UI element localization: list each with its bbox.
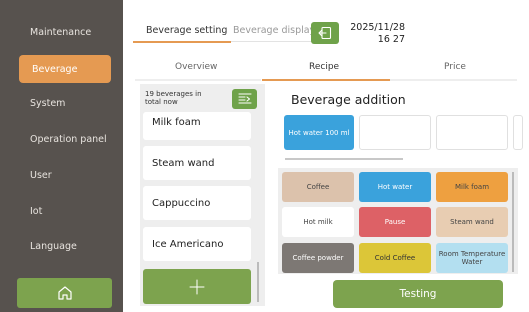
addition-slot[interactable] <box>513 115 523 150</box>
beverage-name: Milk foam <box>152 117 201 128</box>
addition-scrollbar[interactable] <box>285 158 403 160</box>
ingredient-label: Coffee powder <box>292 254 344 262</box>
sidebar-item-label: Maintenance <box>30 26 92 38</box>
ingredient-steam-wand[interactable]: Steam wand <box>436 207 508 237</box>
sidebar-item-label: Iot <box>30 205 43 217</box>
list-item[interactable]: Milk foam <box>143 112 251 140</box>
sidebar-item-label: System <box>30 97 66 109</box>
date-text: 2025/11/28 <box>350 22 405 33</box>
subtab-price[interactable]: Price <box>444 62 466 72</box>
ingredient-hot-water[interactable]: Hot water <box>359 172 431 202</box>
ingredient-label: Coffee <box>306 183 330 191</box>
sort-icon <box>237 93 252 104</box>
sidebar: Maintenance Beverage System Operation pa… <box>0 0 123 312</box>
home-icon <box>57 286 72 300</box>
beverage-name: Ice Americano <box>152 238 224 250</box>
testing-button[interactable]: Testing <box>333 280 503 308</box>
tab-active-indicator <box>133 41 231 43</box>
sidebar-item-maintenance[interactable]: Maintenance <box>17 18 112 46</box>
ingredient-label: Hot water <box>377 183 413 191</box>
list-item[interactable]: Steam wand <box>143 146 251 180</box>
testing-label: Testing <box>399 288 437 300</box>
sidebar-item-label: Beverage <box>32 63 78 75</box>
time-text: 16 27 <box>377 34 405 45</box>
ingredient-label: Cold Coffee <box>374 254 416 262</box>
ingredient-hot-milk[interactable]: Hot milk <box>282 207 354 237</box>
sort-button[interactable] <box>232 89 257 109</box>
list-item[interactable]: Ice Americano <box>143 227 251 261</box>
ingredient-scrollbar[interactable] <box>512 172 514 272</box>
list-item[interactable]: Cappuccino <box>143 186 251 220</box>
addition-slot[interactable]: Hot water 100 ml <box>284 115 354 150</box>
beverage-name: Cappuccino <box>152 197 211 209</box>
ingredient-coffee-powder[interactable]: Coffee powder <box>282 243 354 273</box>
ingredient-milk-foam[interactable]: Milk foam <box>436 172 508 202</box>
sidebar-item-label: Language <box>30 240 77 252</box>
sidebar-item-language[interactable]: Language <box>17 232 112 260</box>
beverage-count: 19 beverages in total now <box>145 90 202 106</box>
ingredient-pause[interactable]: Pause <box>359 207 431 237</box>
ingredient-cold-coffee[interactable]: Cold Coffee <box>359 243 431 273</box>
beverage-name: Steam wand <box>152 157 215 169</box>
plus-icon <box>189 279 205 294</box>
ingredient-coffee[interactable]: Coffee <box>282 172 354 202</box>
subtab-recipe[interactable]: Recipe <box>309 62 339 72</box>
ingredient-label: Room Temperature Water <box>438 250 506 266</box>
subtab-line-price <box>390 79 517 81</box>
subtab-line-overview <box>135 79 261 81</box>
home-button[interactable] <box>17 278 112 308</box>
back-button[interactable] <box>311 22 339 44</box>
ingredient-label: Hot milk <box>303 218 333 226</box>
sidebar-item-iot[interactable]: Iot <box>17 197 112 225</box>
sidebar-item-operation-panel[interactable]: Operation panel <box>17 125 112 153</box>
addition-title: Beverage addition <box>291 92 406 107</box>
addition-slot[interactable] <box>359 115 431 150</box>
addition-slot[interactable] <box>436 115 508 150</box>
tab-beverage-setting[interactable]: Beverage setting <box>146 25 227 36</box>
exit-icon <box>318 26 332 40</box>
sidebar-item-label: Operation panel <box>30 133 107 145</box>
ingredient-label: Steam wand <box>450 218 494 226</box>
slot-label: Hot water 100 ml <box>288 128 350 137</box>
subtab-overview[interactable]: Overview <box>175 62 217 72</box>
subtab-active-indicator <box>262 79 390 81</box>
ingredient-label: Milk foam <box>454 183 490 191</box>
sidebar-item-beverage[interactable]: Beverage <box>19 55 111 83</box>
ingredient-label: Pause <box>384 218 406 226</box>
tab-beverage-display[interactable]: Beverage display <box>233 25 315 36</box>
sidebar-item-user[interactable]: User <box>17 161 112 189</box>
datetime: 2025/11/28 16 27 <box>345 22 405 46</box>
list-scrollbar[interactable] <box>257 262 259 302</box>
ingredient-room-temperature-water[interactable]: Room Temperature Water <box>436 243 508 273</box>
sidebar-item-label: User <box>30 169 52 181</box>
add-beverage-button[interactable] <box>143 269 251 304</box>
sidebar-item-system[interactable]: System <box>17 89 112 117</box>
